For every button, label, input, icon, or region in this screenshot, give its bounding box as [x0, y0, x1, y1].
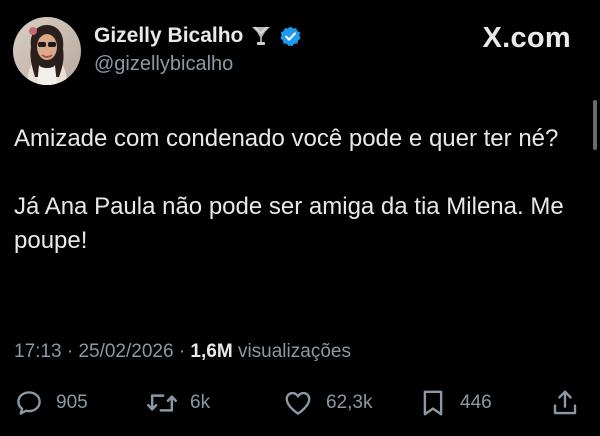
- user-handle[interactable]: @gizellybicalho: [94, 53, 233, 76]
- tweet-paragraph: Amizade com condenado você pode e quer t…: [14, 125, 559, 152]
- views-count: 1,6M: [190, 341, 233, 362]
- tweet-card: Gizelly Bicalho @gizellybicalho X.com Am…: [0, 0, 600, 436]
- verified-icon: [279, 25, 302, 48]
- author-name-row: Gizelly Bicalho: [94, 24, 302, 48]
- bookmark-button[interactable]: 446: [418, 386, 492, 420]
- reply-icon: [17, 391, 41, 415]
- heart-icon: [285, 391, 311, 415]
- action-bar: 905 6k 62,3k 446: [14, 386, 580, 420]
- avatar[interactable]: [13, 17, 81, 85]
- brand-label: X.com: [482, 22, 571, 54]
- tweet-date[interactable]: 25/02/2026: [78, 341, 173, 362]
- display-name[interactable]: Gizelly Bicalho: [94, 24, 243, 48]
- views-label: visualizações: [237, 341, 351, 362]
- reply-count: 905: [56, 392, 88, 413]
- scrollbar[interactable]: [593, 100, 597, 150]
- trophy-icon: [249, 24, 273, 48]
- profile-photo-icon: [13, 17, 81, 85]
- reply-button[interactable]: 905: [14, 386, 88, 420]
- tweet-text: Amizade com condenado você pode e quer t…: [14, 122, 574, 258]
- retweet-count: 6k: [190, 392, 211, 413]
- meta-separator: ·: [178, 341, 186, 362]
- bookmark-count: 446: [460, 392, 492, 413]
- x-logo: X.com: [482, 22, 571, 55]
- like-button[interactable]: 62,3k: [282, 386, 372, 420]
- bookmark-icon: [423, 390, 443, 416]
- tweet-meta: 17:13 · 25/02/2026 · 1,6M visualizações: [14, 341, 351, 363]
- share-button[interactable]: [550, 386, 580, 420]
- like-count: 62,3k: [326, 392, 373, 413]
- retweet-icon: [146, 394, 178, 412]
- share-icon: [553, 390, 577, 415]
- retweet-button[interactable]: 6k: [146, 386, 210, 420]
- tweet-time[interactable]: 17:13: [14, 341, 62, 362]
- meta-separator: ·: [66, 341, 74, 362]
- tweet-paragraph: Já Ana Paula não pode ser amiga da tia M…: [14, 193, 564, 254]
